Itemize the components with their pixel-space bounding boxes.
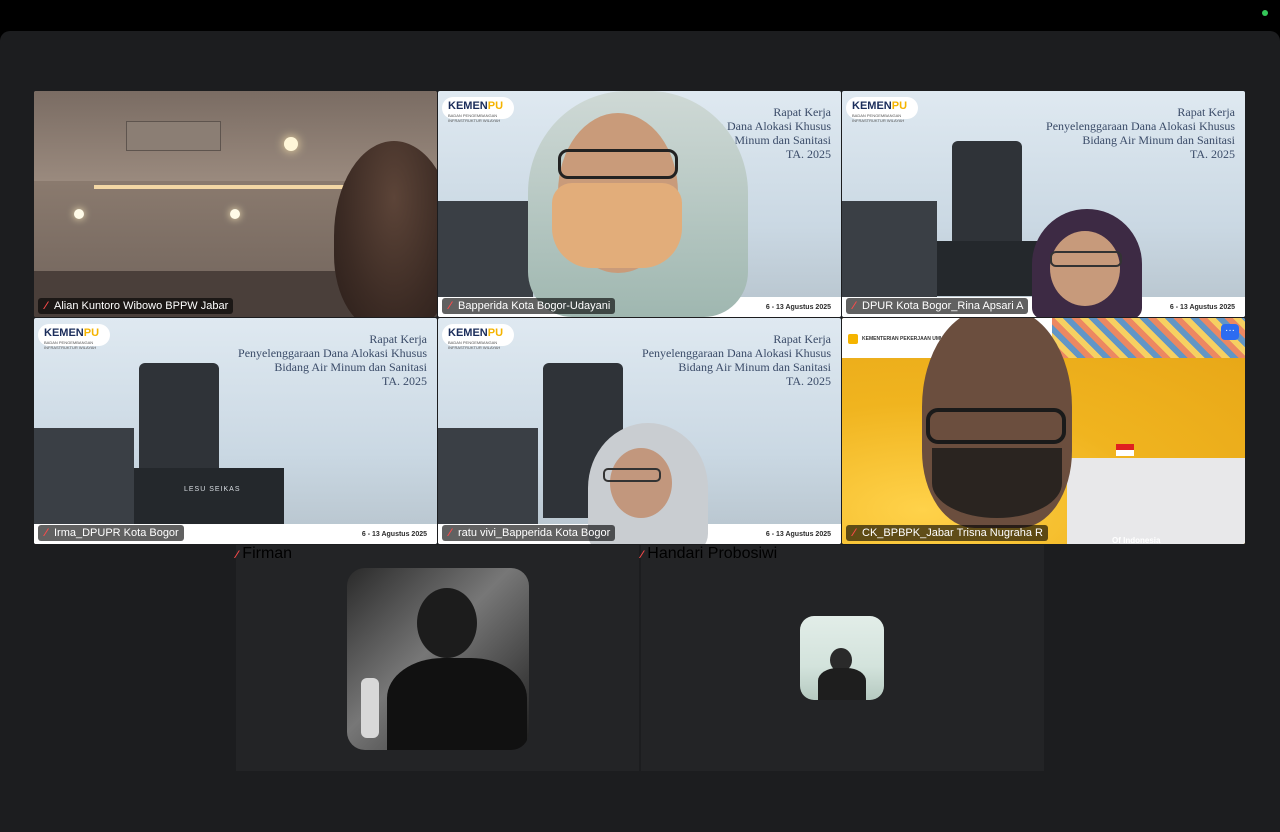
participant-avatar [347,568,529,750]
kemenpu-logo: KEMENPU BADAN PENGEMBANGAN INFRASTRUKTUR … [846,97,918,123]
mic-muted-icon: ⁄ [641,549,643,561]
video-tile-firman[interactable]: ⁄ Firman [236,545,639,771]
light-strip [94,185,384,189]
water-tower-base [937,241,1042,296]
eyeglasses [558,149,678,179]
slide-title: Rapat Kerja Penyelenggaraan Dana Alokasi … [238,332,427,388]
avatar-body [387,658,527,750]
eyeglasses [603,468,661,482]
kemenpu-logo: KEMENPU BADAN PENGEMBANGAN INFRASTRUKTUR … [38,324,110,350]
ceiling-light [230,209,240,219]
participant-name-label: ⁄ DPUR Kota Bogor_Rina Apsari A [846,298,1029,314]
background-caption: Of Indonesia [1112,536,1161,544]
slide-date: 6 - 13 Agustus 2025 [1169,304,1235,311]
slide-title: Rapat Kerja Penyelenggaraan Dana Alokasi … [1046,105,1235,161]
ceiling-light [284,137,298,151]
video-tile-irma[interactable]: LESU SEIKAS KEMENPU BADAN PENGEMBANGAN IN… [34,318,437,544]
top-bar [0,0,1280,31]
participant-face [610,448,672,518]
video-tile-alian[interactable]: ⁄ Alian Kuntoro Wibowo BPPW Jabar [34,91,437,317]
slide-title: Rapat Kerja Penyelenggaraan Dana Alokasi … [642,332,831,388]
participant-name-label: ⁄ Irma_DPUPR Kota Bogor [38,525,184,541]
building-graphic [34,428,134,524]
mic-muted-icon: ⁄ [45,300,47,312]
building-graphic [842,201,937,297]
avatar-head [417,588,477,658]
building-graphic [438,428,538,524]
slide-date: 6 - 13 Agustus 2025 [765,531,831,538]
eyeglasses [926,408,1066,444]
batik-pattern [1052,318,1245,358]
mic-muted-icon: ⁄ [449,300,451,312]
eyeglasses [1050,251,1122,267]
participant-name-label: ⁄ ratu vivi_Bapperida Kota Bogor [442,525,616,541]
flag-icon [1116,444,1134,456]
building-graphic [438,201,533,297]
water-bottle [361,678,379,738]
beard [932,448,1062,518]
slide-background: LESU SEIKAS KEMENPU BADAN PENGEMBANGAN IN… [34,318,437,544]
participant-name-label: ⁄ CK_BPBPK_Jabar Trisna Nugraha R [846,525,1048,541]
avatar-body [818,668,866,700]
participant-name-label: ⁄ Bapperida Kota Bogor-Udayani [442,298,616,314]
slide-date: 6 - 13 Agustus 2025 [765,304,831,311]
building-label: LESU SEIKAS [184,486,241,493]
video-tile-ratu-vivi[interactable]: KEMENPU BADAN PENGEMBANGAN INFRASTRUKTUR … [438,318,841,544]
kemenpu-logo: KEMENPU BADAN PENGEMBANGAN INFRASTRUKTUR … [442,324,514,350]
kemenpu-logo-icon [848,334,858,344]
slide-date: 6 - 13 Agustus 2025 [361,531,427,538]
participant-name-label: ⁄ Alian Kuntoro Wibowo BPPW Jabar [38,298,234,314]
building-graphic [1067,458,1245,544]
participant-name-label: ⁄ Firman [236,545,293,562]
status-indicator-dot [1262,10,1268,16]
ceiling-light [74,209,84,219]
participant-name-label: ⁄ Handari Probosiwi [641,545,778,562]
water-tower-base [134,468,284,524]
video-gallery: ⁄ Alian Kuntoro Wibowo BPPW Jabar KEMENP… [0,31,1280,832]
more-options-button[interactable]: ··· [1221,324,1239,340]
mic-muted-icon: ⁄ [449,527,451,539]
participant-face [1050,231,1120,306]
video-tile-handari[interactable]: ⁄ Handari Probosiwi [641,545,1044,771]
mic-muted-icon: ⁄ [853,527,855,539]
face-mask [552,183,682,268]
banner-text: KEMENTERIAN PEKERJAAN UMUM [862,336,948,342]
ceiling-vent [126,121,221,151]
video-tile-dpur-rina[interactable]: KEMENPU BADAN PENGEMBANGAN INFRASTRUKTUR … [842,91,1245,317]
mic-muted-icon: ⁄ [45,527,47,539]
mic-muted-icon: ⁄ [236,549,238,561]
participant-avatar [800,616,884,700]
video-tile-ck-bpbpk[interactable]: KEMENTERIAN PEKERJAAN UMUM Of Indonesia … [842,318,1245,544]
mic-muted-icon: ⁄ [853,300,855,312]
video-tile-bapperida-udayani[interactable]: KEMENPU BADAN PENGEMBANGAN INFRASTRUKTUR … [438,91,841,317]
kemenpu-logo: KEMENPU BADAN PENGEMBANGAN INFRASTRUKTUR … [442,97,514,123]
